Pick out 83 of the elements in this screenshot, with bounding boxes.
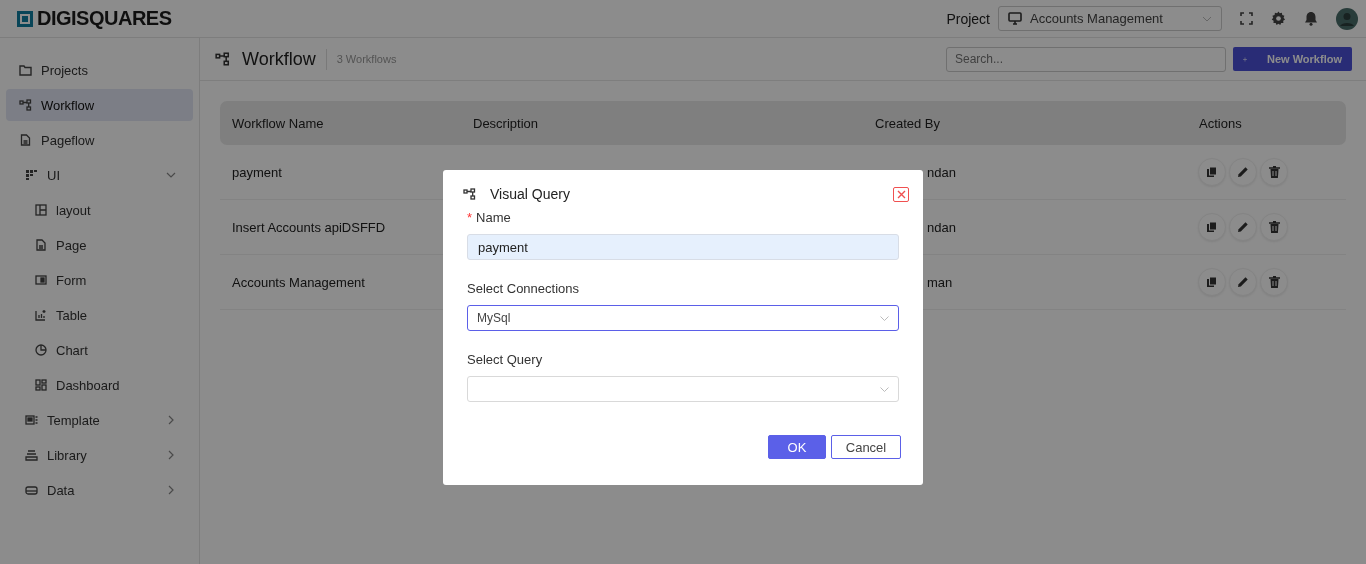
menu-icon [25,484,38,496]
select-field[interactable]: MySql [467,305,899,331]
trash-icon [1268,221,1280,233]
sidebar-subitem[interactable]: layout [6,194,193,226]
dialog-title: Visual Query [490,186,571,202]
edit-button[interactable] [1229,268,1257,296]
menu-icon [25,169,38,181]
caret-icon [880,315,889,321]
table-cell-text: Accounts Management [231,274,366,290]
table-cell-text: ndan [927,219,957,235]
trash-icon [1268,166,1280,178]
menu-icon [35,239,47,251]
sidebar-item[interactable]: Template [6,404,193,436]
bell-icon[interactable] [1304,11,1318,26]
project-label: Project [946,10,990,27]
menu-icon [35,309,47,321]
avatar-icon[interactable] [1336,7,1358,30]
project-select[interactable]: Accounts Management [998,6,1222,31]
trash-icon [1268,276,1280,288]
sidebar-subitem[interactable]: Form [6,264,193,296]
new-workflow-button[interactable]: New Workflow [1233,47,1352,71]
name-input[interactable]: payment [467,234,899,260]
copy-button[interactable] [1198,213,1226,241]
copy-icon [1206,166,1218,178]
edit-button[interactable] [1229,213,1257,241]
copy-icon [1206,221,1218,233]
sidebar-item[interactable]: Workflow [6,89,193,121]
caret-icon [1202,15,1212,22]
pencil-icon [1237,276,1249,288]
menu-icon [35,344,47,356]
edit-button[interactable] [1229,158,1257,186]
sidebar-item[interactable]: UI [6,159,193,191]
pencil-icon [1237,166,1249,178]
pencil-icon [1237,221,1249,233]
fullscreen-icon[interactable] [1240,12,1253,25]
select-field[interactable] [467,376,899,402]
required-mark: * [467,210,473,225]
table-cell-text: payment [231,164,283,180]
settings-icon[interactable] [1271,11,1286,26]
menu-icon [35,204,47,216]
menu-icon [19,64,32,76]
copy-icon [1206,276,1218,288]
field-label: Select Query [467,352,543,367]
column-header: Description [472,115,540,131]
sidebar-item[interactable]: Projects [6,54,193,86]
sidebar-item[interactable]: Pageflow [6,124,193,156]
delete-button[interactable] [1260,268,1288,296]
menu-icon [25,449,38,461]
monitor-icon [1008,12,1022,25]
table-cell-text: man [927,274,954,290]
delete-button[interactable] [1260,158,1288,186]
workflow-icon [463,188,476,200]
logo-text: DIGISQUARES [37,7,172,30]
sidebar-subitem[interactable]: Table [6,299,193,331]
column-header: Workflow Name [231,115,325,131]
menu-icon [35,379,47,391]
cancel-button[interactable]: Cancel [831,435,901,459]
column-header: Actions [1198,115,1243,131]
workflow-count: 3 Workflows [336,53,398,65]
copy-button[interactable] [1198,268,1226,296]
search-field[interactable]: Search... [946,46,1226,72]
copy-button[interactable] [1198,158,1226,186]
delete-button[interactable] [1260,213,1288,241]
table-cell-text: Insert Accounts apiDSFFD [231,219,387,235]
table-cell-text: ndan [927,164,957,180]
sidebar-subitem[interactable]: Chart [6,334,193,366]
logo-icon [16,9,34,28]
menu-icon [35,274,47,286]
column-header: Created By [874,115,942,131]
sidebar-subitem[interactable]: Page [6,229,193,261]
workflow-icon [215,52,230,66]
caret-icon [880,386,889,392]
ok-button[interactable]: OK [768,435,826,459]
sidebar-subitem[interactable]: Dashboard [6,369,193,401]
menu-icon [19,134,32,146]
menu-icon [19,99,32,111]
sidebar-item[interactable]: Library [6,439,193,471]
menu-icon [25,414,38,426]
page-title: Workflow [242,48,327,70]
sidebar-item[interactable]: Data [6,474,193,506]
field-label: Name [476,210,511,225]
field-label: Select Connections [467,281,579,296]
close-button[interactable] [893,186,909,202]
